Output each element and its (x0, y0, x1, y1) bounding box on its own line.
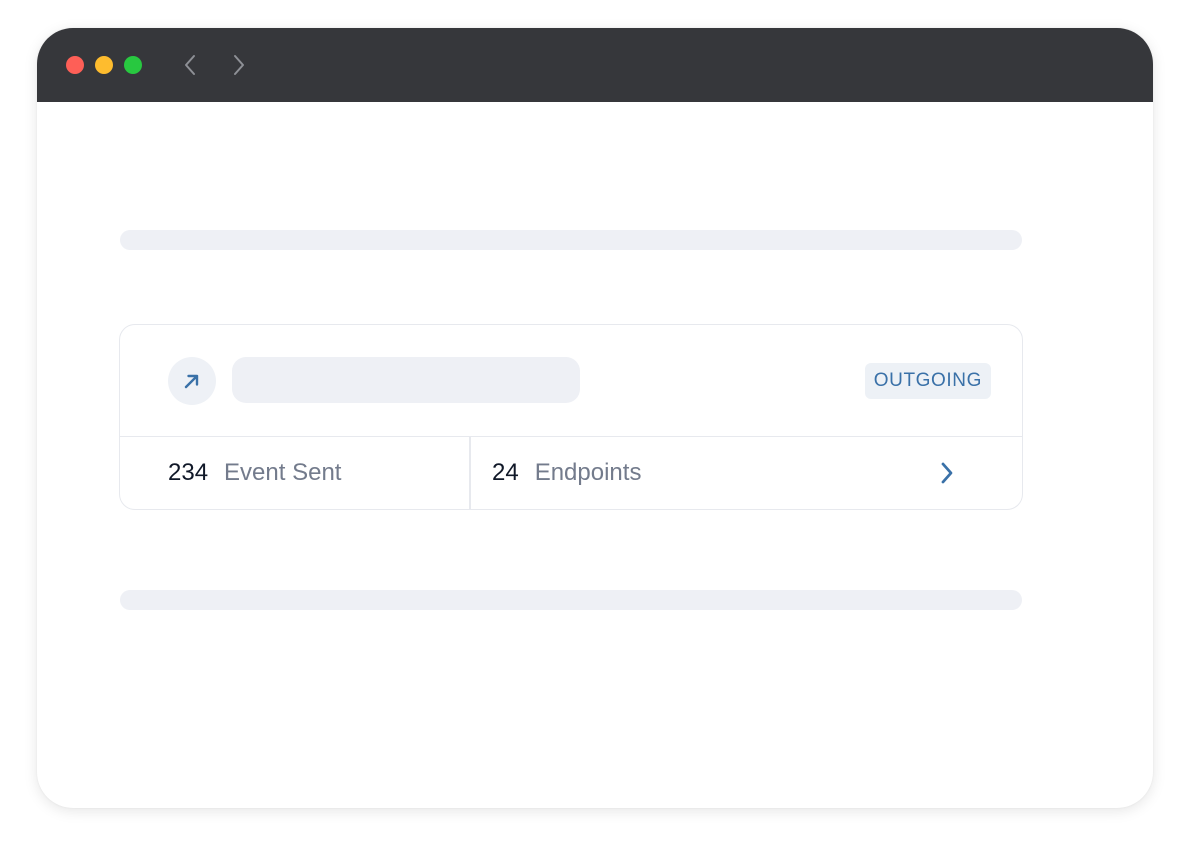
events-sent-stat: 234 Event Sent (168, 437, 341, 509)
skeleton-line-bottom (120, 590, 1022, 610)
direction-icon-badge (168, 357, 216, 405)
chevron-right-icon (941, 462, 953, 484)
title-bar (37, 28, 1153, 102)
endpoints-count: 24 (492, 459, 519, 486)
open-source-button[interactable] (934, 460, 960, 486)
events-sent-count: 234 (168, 459, 209, 486)
minimize-window-button[interactable] (95, 56, 113, 74)
events-sent-label: Event Sent (224, 459, 342, 486)
arrow-up-right-icon (184, 374, 199, 389)
close-window-button[interactable] (66, 56, 84, 74)
forward-button[interactable] (227, 52, 251, 78)
chevron-left-icon (185, 55, 195, 75)
endpoints-label: Endpoints (534, 459, 642, 486)
direction-badge: OUTGOING (864, 363, 991, 399)
browser-window: OUTGOING 234 Event Sent 24 Endpoints (37, 28, 1153, 808)
zoom-window-button[interactable] (124, 56, 142, 74)
skeleton-line-top (120, 230, 1022, 250)
source-name-placeholder (232, 357, 580, 403)
source-card[interactable]: OUTGOING 234 Event Sent 24 Endpoints (119, 324, 1023, 510)
back-button[interactable] (178, 52, 202, 78)
endpoints-stat: 24 Endpoints (492, 437, 641, 509)
chevron-right-icon (234, 55, 244, 75)
stats-divider (469, 437, 471, 509)
source-card-stats: 234 Event Sent 24 Endpoints (120, 437, 1022, 509)
source-card-header: OUTGOING (120, 325, 1022, 437)
